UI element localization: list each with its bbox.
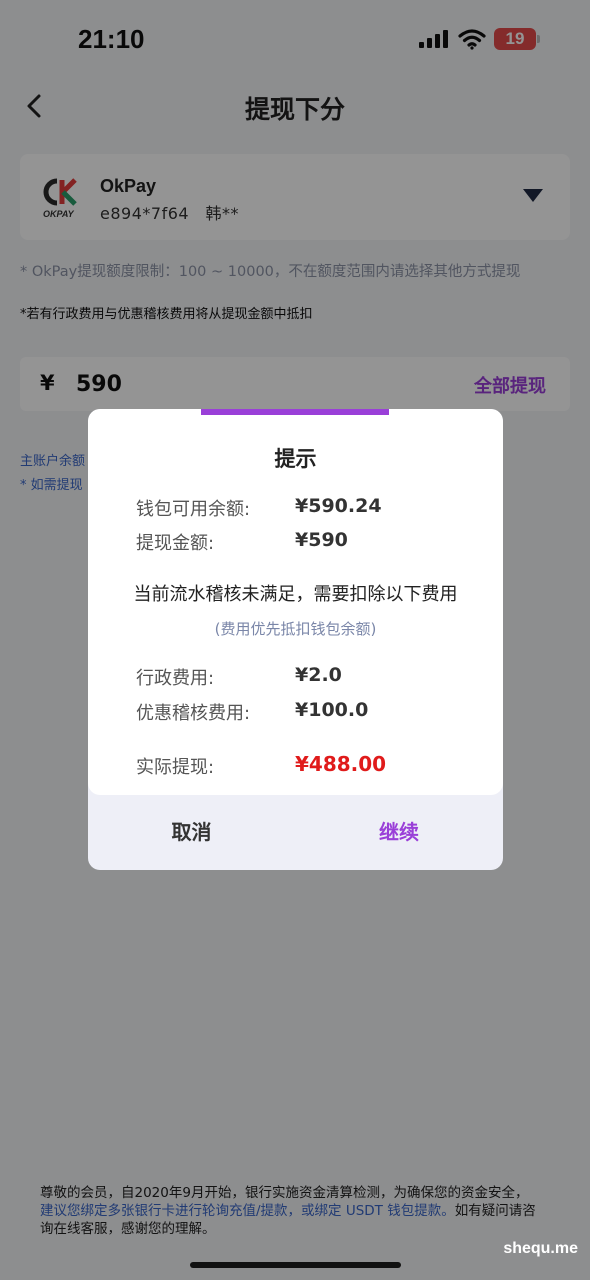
home-indicator: [190, 1262, 401, 1268]
dialog-accent-bar: [201, 409, 389, 415]
withdraw-amount-value: ¥590: [295, 529, 348, 551]
promo-fee-value: ¥100.0: [295, 699, 369, 721]
admin-fee-value: ¥2.0: [295, 664, 342, 686]
admin-fee-label: 行政费用:: [136, 668, 215, 689]
wallet-balance-label: 钱包可用余额:: [136, 499, 251, 520]
fee-confirm-dialog: 提示 钱包可用余额: ¥590.24 提现金额: ¥590 当前流水稽核未满足，…: [88, 409, 503, 870]
actual-withdraw-label: 实际提现:: [136, 757, 215, 778]
continue-button[interactable]: 继续: [295, 795, 503, 870]
actual-withdraw-value: ¥488.00: [295, 752, 387, 776]
cancel-button[interactable]: 取消: [88, 795, 295, 870]
watermark: shequ.me: [503, 1240, 578, 1257]
dialog-title: 提示: [274, 447, 317, 471]
promo-fee-label: 优惠稽核费用:: [136, 703, 251, 724]
fee-notice: 当前流水稽核未满足，需要扣除以下费用: [133, 584, 458, 605]
fee-sub-notice: (费用优先抵扣钱包余额): [214, 620, 377, 638]
withdraw-amount-label: 提现金额:: [136, 533, 215, 554]
dialog-body: 提示 钱包可用余额: ¥590.24 提现金额: ¥590 当前流水稽核未满足，…: [88, 409, 503, 795]
wallet-balance-value: ¥590.24: [295, 495, 382, 517]
